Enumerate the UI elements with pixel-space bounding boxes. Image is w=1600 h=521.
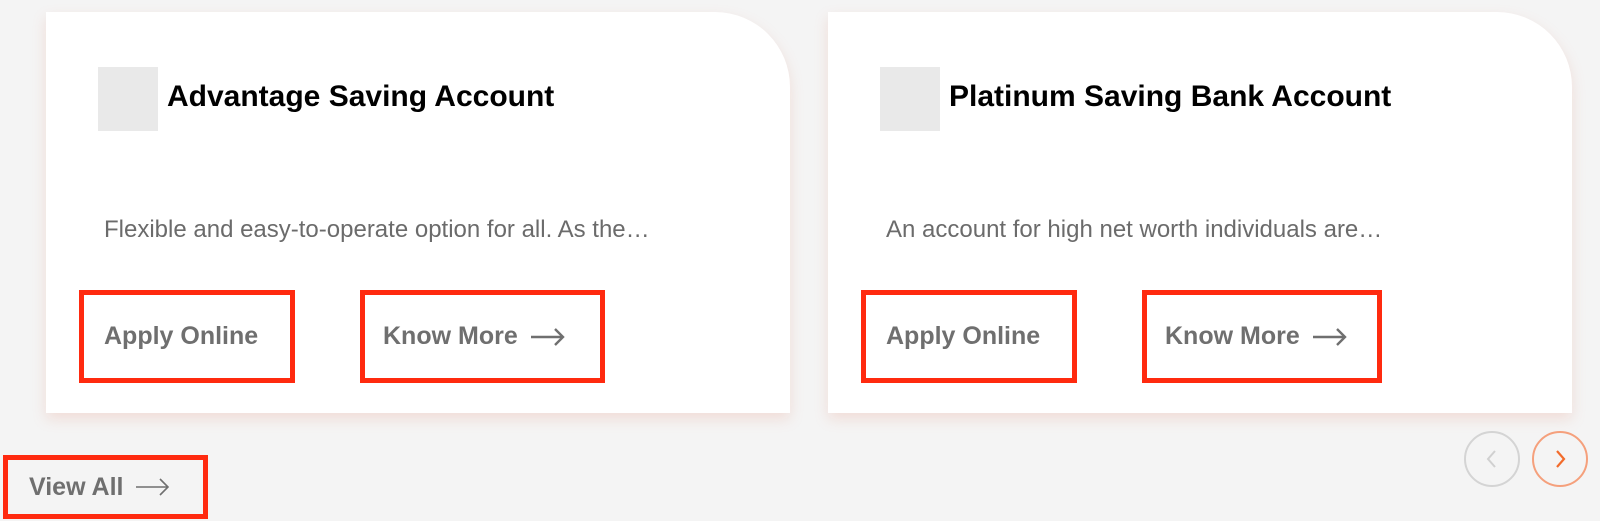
chevron-right-icon [1556,450,1566,468]
chevron-left-icon [1486,450,1496,468]
account-image-placeholder [98,67,158,131]
carousel-next-button[interactable] [1532,431,1588,487]
card-title: Advantage Saving Account [167,80,555,113]
card-description: Flexible and easy-to-operate option for … [104,216,650,243]
arrow-right-icon [530,327,565,346]
carousel-prev-button[interactable] [1464,431,1520,487]
know-more-label: Know More [383,322,518,350]
know-more-label: Know More [1165,322,1300,350]
arrow-right-icon [136,478,170,496]
know-more-button[interactable]: Know More [1142,290,1382,383]
know-more-button[interactable]: Know More [360,290,605,383]
apply-online-label: Apply Online [886,322,1041,350]
arrow-right-icon [1312,327,1347,346]
account-card: Platinum Saving Bank Account An account … [828,12,1572,413]
account-image-placeholder [880,67,940,131]
apply-online-label: Apply Online [104,322,259,350]
account-card: Advantage Saving Account Flexible and ea… [46,12,790,413]
view-all-label: View All [29,472,124,501]
view-all-link[interactable]: View All [3,455,208,519]
product-carousel: Advantage Saving Account Flexible and ea… [0,0,1600,521]
apply-online-button[interactable]: Apply Online [79,290,295,383]
card-description: An account for high net worth individual… [886,216,1383,243]
apply-online-button[interactable]: Apply Online [861,290,1077,383]
card-title: Platinum Saving Bank Account [949,80,1392,113]
